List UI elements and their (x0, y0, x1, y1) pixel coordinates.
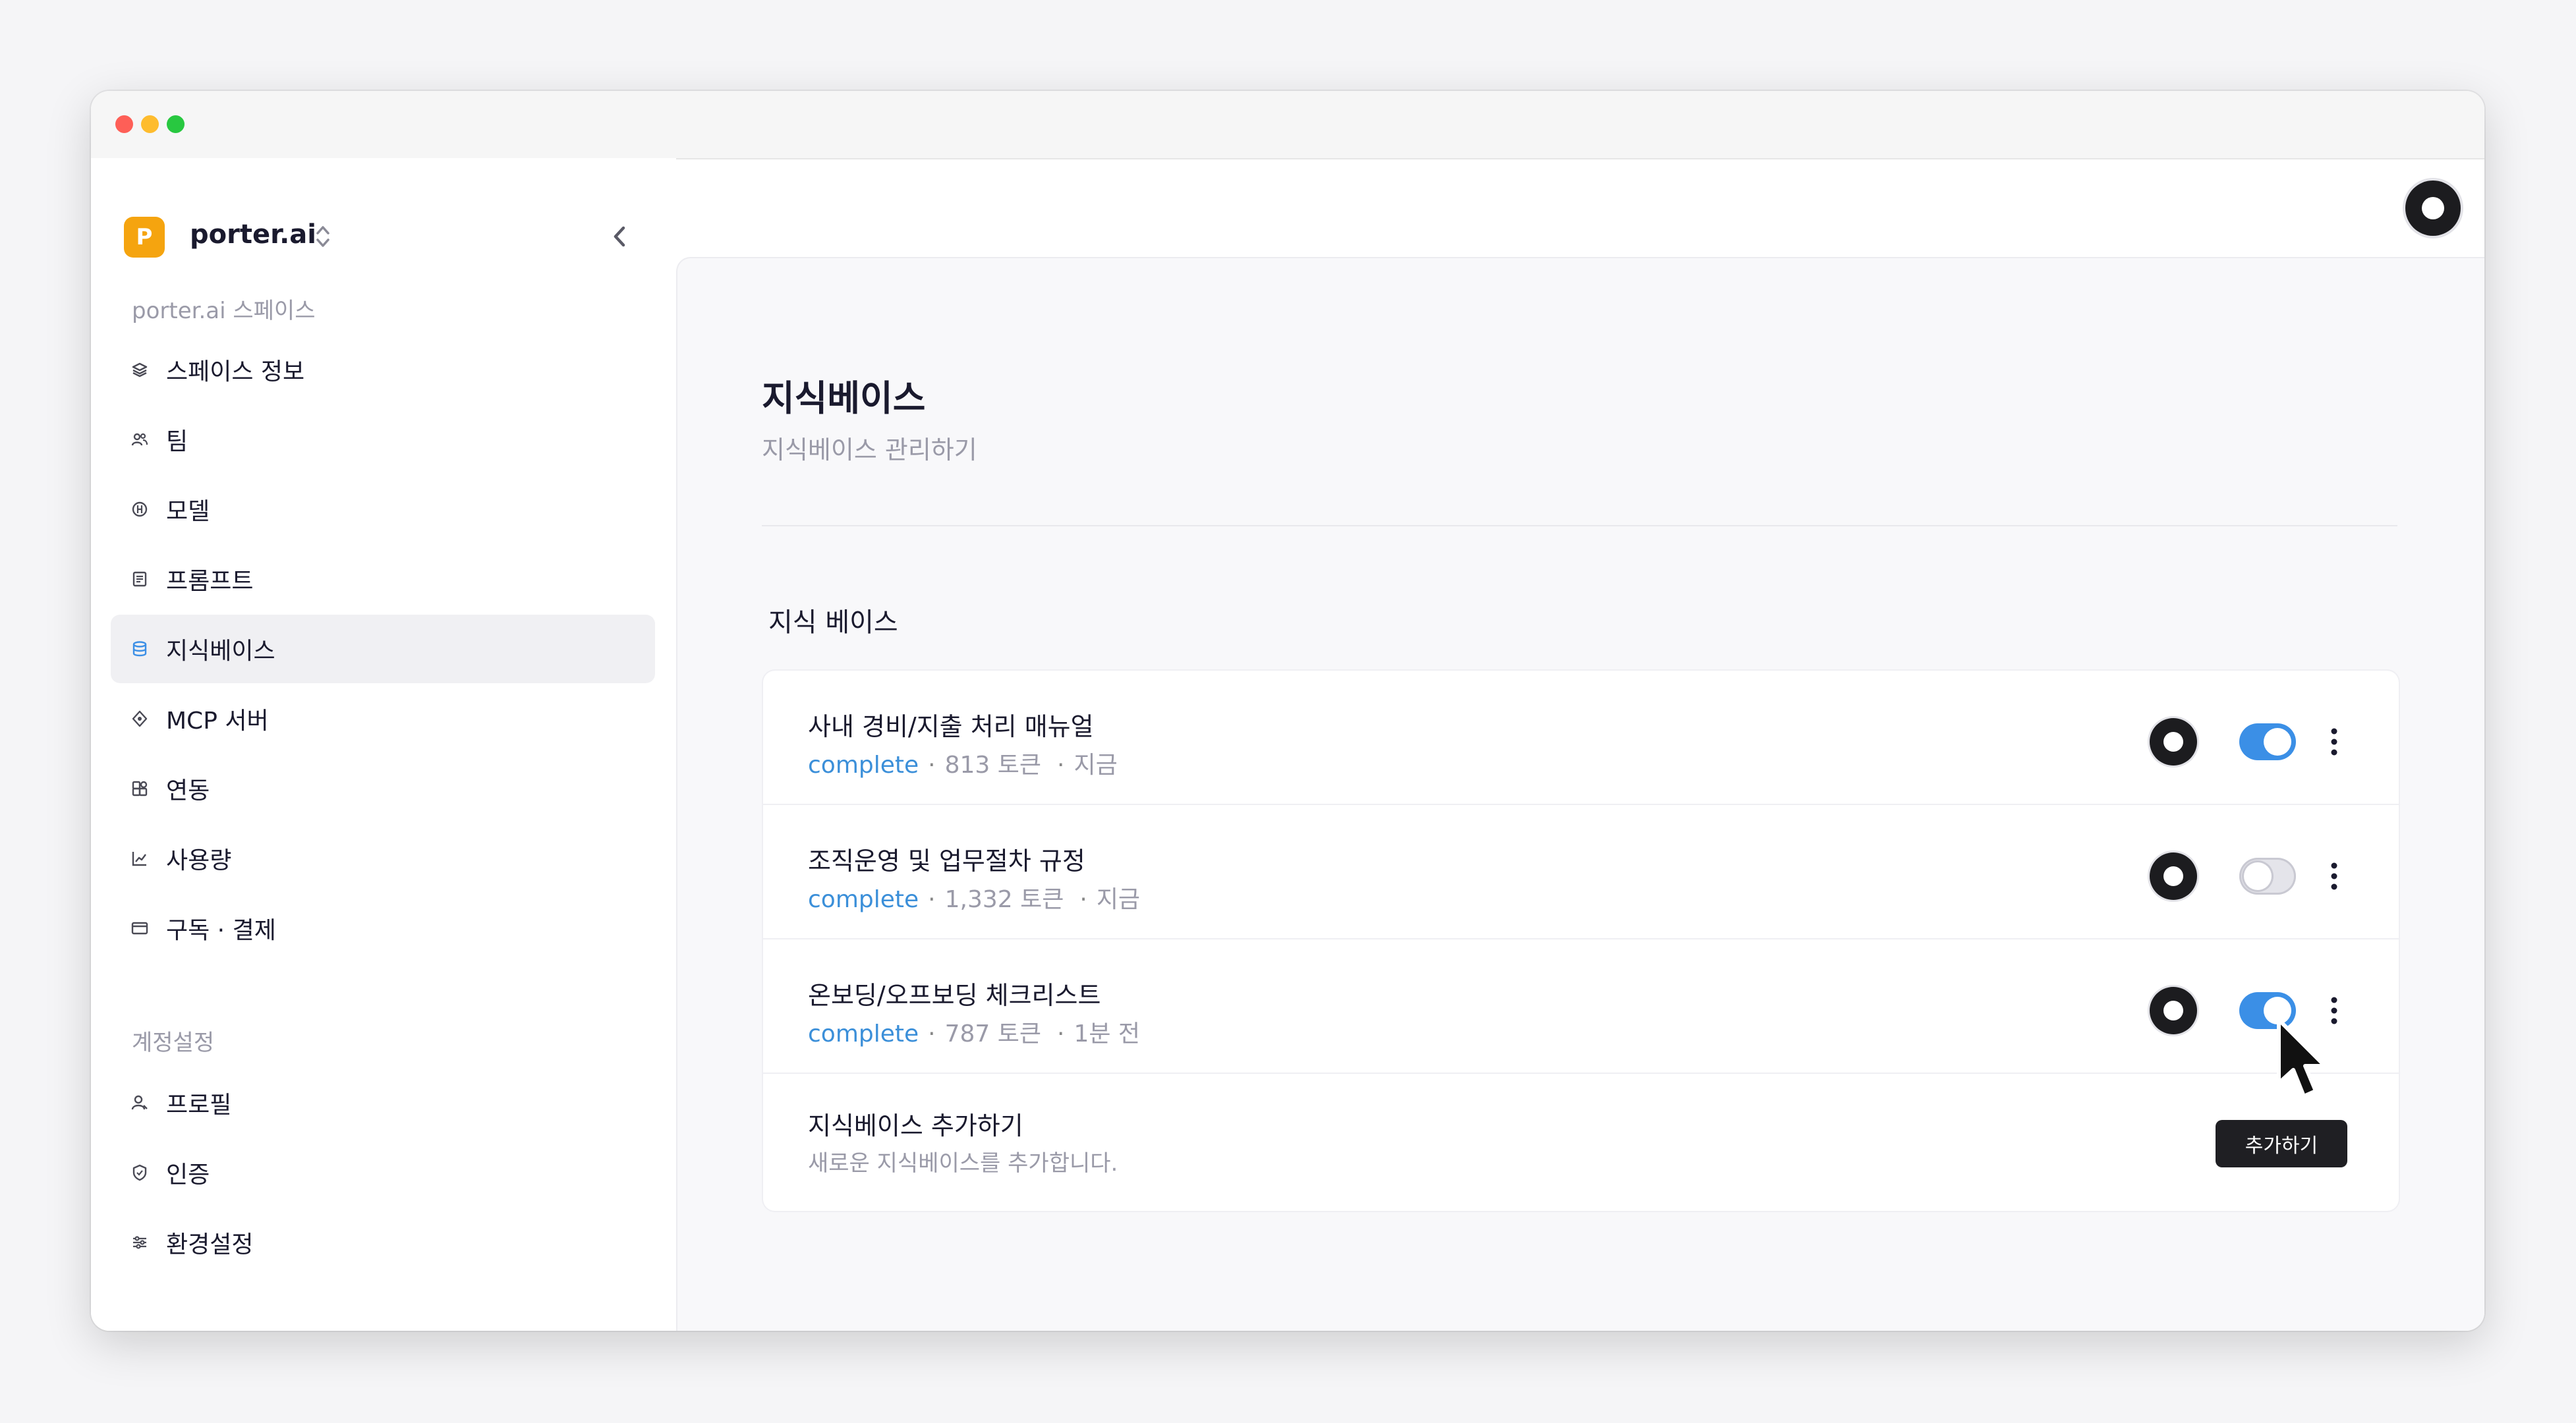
kb-status: complete (808, 752, 919, 779)
workspace-name[interactable]: porter.ai (190, 219, 316, 250)
sidebar-item-preferences[interactable]: 환경설정 (111, 1208, 655, 1277)
sidebar-item-auth[interactable]: 인증 (111, 1138, 655, 1207)
add-knowledge-base-row: 지식베이스 추가하기 새로운 지식베이스를 추가합니다. 추가하기 (763, 1074, 2399, 1211)
kb-owner-avatar (2150, 987, 2197, 1034)
kb-enable-toggle[interactable] (2239, 858, 2296, 895)
sidebar-item-team[interactable]: 팀 (111, 405, 655, 474)
kb-status: complete (808, 1020, 919, 1047)
kb-enable-toggle[interactable] (2239, 723, 2296, 760)
list-item[interactable]: 온보딩/오프보딩 체크리스트 complete · 787 토큰 · 1분 전 (763, 939, 2399, 1074)
sidebar-item-knowledge-base[interactable]: 지식베이스 (111, 615, 655, 683)
sidebar-section-account: 계정설정 (132, 1030, 215, 1056)
kb-status: complete (808, 886, 919, 913)
sidebar-item-usage[interactable]: 사용량 (111, 824, 655, 893)
header-divider (762, 525, 2397, 526)
prompt-icon (132, 571, 147, 587)
kb-title: 온보딩/오프보딩 체크리스트 (808, 981, 1101, 1010)
collapse-sidebar-icon[interactable] (605, 220, 635, 253)
sidebar-item-label: MCP 서버 (166, 708, 269, 735)
users-icon (131, 433, 148, 446)
kb-meta: complete · 1,332 토큰 · 지금 (808, 886, 1141, 913)
sidebar-item-label: 프롬프트 (166, 568, 254, 595)
kb-meta: complete · 787 토큰 · 1분 전 (808, 1020, 1141, 1047)
shield-icon (132, 1164, 147, 1181)
sidebar-item-profile[interactable]: 프로필 (111, 1069, 655, 1137)
sidebar-item-label: 팀 (166, 428, 188, 455)
sidebar-item-label: 연동 (166, 777, 210, 804)
section-title: 지식 베이스 (768, 607, 898, 638)
page-subtitle: 지식베이스 관리하기 (762, 435, 977, 464)
kb-owner-avatar (2150, 718, 2197, 766)
mcp-icon (132, 710, 148, 727)
model-icon (132, 501, 148, 517)
add-kb-title: 지식베이스 추가하기 (808, 1111, 1023, 1140)
knowledge-base-list: 사내 경비/지출 처리 매뉴얼 complete · 813 토큰 · 지금 조직운영 … (763, 671, 2399, 1211)
kb-time: 지금 (1073, 752, 1118, 779)
sliders-icon (133, 1236, 146, 1249)
card-icon (131, 922, 148, 935)
workspace-logo[interactable]: P (124, 217, 165, 258)
add-kb-subtitle: 새로운 지식베이스를 추가합니다. (808, 1150, 1118, 1177)
mouse-cursor-icon (2277, 1018, 2327, 1098)
user-avatar[interactable] (2405, 181, 2461, 236)
sidebar-item-model[interactable]: 모델 (111, 475, 655, 544)
sidebar-item-label: 스페이스 정보 (166, 358, 305, 385)
sidebar-section-space: porter.ai 스페이스 (132, 298, 316, 324)
kb-owner-avatar (2150, 852, 2197, 900)
user-icon (131, 1095, 148, 1110)
more-vertical-icon[interactable] (2328, 723, 2341, 760)
page-title: 지식베이스 (762, 377, 926, 419)
sidebar-item-billing[interactable]: 구독 · 결제 (111, 894, 655, 963)
integration-icon (132, 781, 148, 796)
kb-meta: complete · 813 토큰 · 지금 (808, 752, 1118, 779)
kb-tokens: 1,332 토큰 (944, 886, 1064, 913)
add-knowledge-base-button[interactable]: 추가하기 (2216, 1120, 2347, 1167)
sidebar-item-label: 모델 (166, 498, 210, 525)
sidebar-item-label: 환경설정 (166, 1231, 254, 1258)
kb-time: 1분 전 (1073, 1020, 1141, 1047)
kb-time: 지금 (1096, 886, 1141, 913)
layers-icon (132, 362, 148, 377)
sidebar-item-label: 구독 · 결제 (166, 917, 276, 944)
kb-tokens: 813 토큰 (944, 752, 1042, 779)
sidebar-item-integration[interactable]: 연동 (111, 754, 655, 823)
database-icon (132, 641, 147, 657)
chevron-up-down-icon[interactable] (314, 220, 332, 253)
more-vertical-icon[interactable] (2328, 858, 2341, 895)
sidebar-item-label: 지식베이스 (166, 638, 275, 665)
sidebar-item-label: 인증 (166, 1161, 210, 1188)
chart-icon (132, 852, 146, 866)
kb-tokens: 787 토큰 (944, 1020, 1042, 1047)
list-item[interactable]: 사내 경비/지출 처리 매뉴얼 complete · 813 토큰 · 지금 (763, 671, 2399, 805)
kb-title: 사내 경비/지출 처리 매뉴얼 (808, 712, 1094, 741)
sidebar-item-label: 프로필 (166, 1092, 232, 1119)
sidebar-item-label: 사용량 (166, 847, 232, 874)
sidebar-item-prompt[interactable]: 프롬프트 (111, 545, 655, 613)
avatar-inner (2422, 197, 2444, 219)
kb-title: 조직운영 및 업무절차 규정 (808, 847, 1085, 876)
sidebar-item-space-info[interactable]: 스페이스 정보 (111, 335, 655, 404)
list-item[interactable]: 조직운영 및 업무절차 규정 complete · 1,332 토큰 · 지금 (763, 805, 2399, 939)
sidebar-item-mcp-server[interactable]: MCP 서버 (111, 684, 655, 753)
